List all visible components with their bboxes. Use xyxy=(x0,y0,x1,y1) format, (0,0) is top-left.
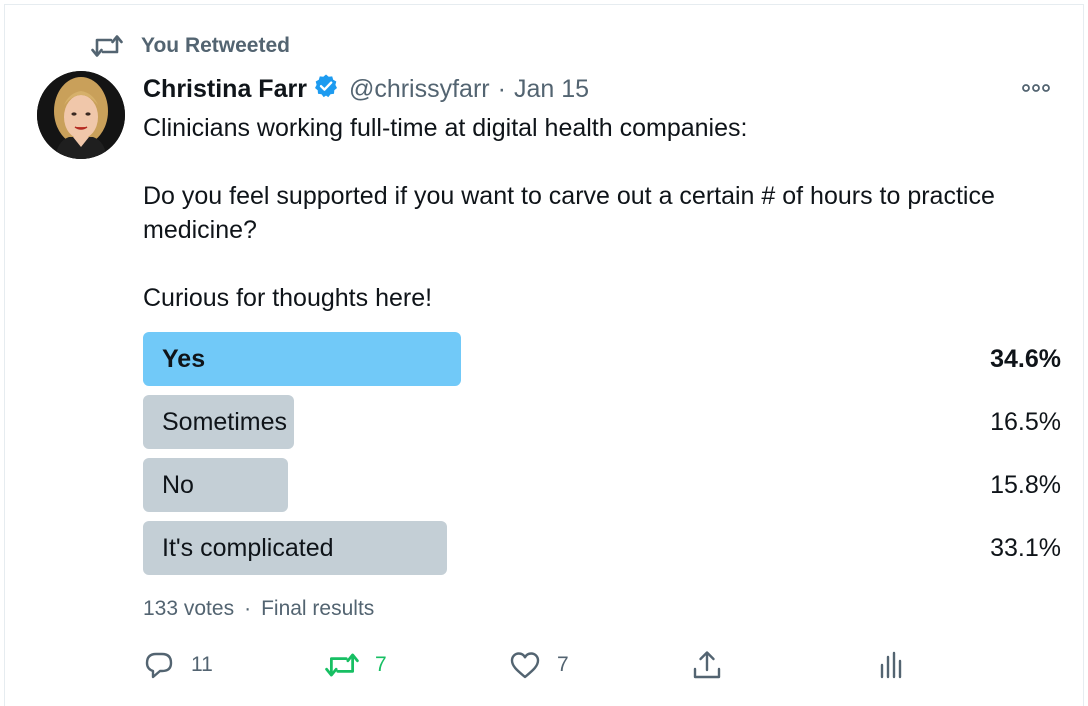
tweet-text: Clinicians working full-time at digital … xyxy=(143,111,1043,315)
tweet-text-line: Do you feel supported if you want to car… xyxy=(143,182,995,244)
poll-option-percent: 15.8% xyxy=(990,471,1061,499)
share-button[interactable] xyxy=(691,645,723,685)
retweet-button[interactable]: 7 xyxy=(325,645,387,685)
poll-option-label: Sometimes xyxy=(162,408,288,436)
tweet-text-line: Curious for thoughts here! xyxy=(143,284,433,312)
poll-option-label: Yes xyxy=(162,345,206,373)
poll: Yes 34.6% Sometimes 16.5% No 15.8% It's … xyxy=(143,332,1061,584)
poll-option: Sometimes 16.5% xyxy=(143,395,1061,449)
poll-option: It's complicated 33.1% xyxy=(143,521,1061,575)
reply-icon xyxy=(143,649,175,681)
verified-badge-icon xyxy=(313,73,339,106)
poll-option: Yes 34.6% xyxy=(143,332,1061,386)
tweet-header: Christina Farr @chrissyfarr · Jan 15 xyxy=(143,71,589,107)
poll-status: Final results xyxy=(261,597,375,620)
more-options-icon[interactable] xyxy=(1019,77,1053,99)
retweet-icon xyxy=(91,33,123,59)
heart-icon xyxy=(509,650,541,680)
poll-option-percent: 33.1% xyxy=(990,534,1061,562)
poll-option-percent: 34.6% xyxy=(990,345,1061,373)
tweet-text-blank-line xyxy=(143,145,1043,179)
poll-option-percent: 16.5% xyxy=(990,408,1061,436)
retweet-icon xyxy=(325,651,359,679)
retweet-count: 7 xyxy=(375,653,387,676)
poll-meta: 133 votes · Final results xyxy=(143,597,374,621)
reply-button[interactable]: 11 xyxy=(143,645,213,685)
tweet-actions: 11 7 7 xyxy=(143,645,923,685)
tweet-text-blank-line xyxy=(143,247,1043,281)
author-name[interactable]: Christina Farr xyxy=(143,75,307,104)
analytics-icon xyxy=(877,649,905,681)
share-icon xyxy=(691,649,723,681)
author-handle[interactable]: @chrissyfarr xyxy=(349,75,490,104)
poll-votes: 133 votes xyxy=(143,597,235,620)
poll-option: No 15.8% xyxy=(143,458,1061,512)
reply-count: 11 xyxy=(191,653,213,676)
like-count: 7 xyxy=(557,653,569,676)
poll-option-label: It's complicated xyxy=(162,534,334,562)
retweet-context: You Retweeted xyxy=(91,31,290,61)
retweet-context-label: You Retweeted xyxy=(141,34,290,57)
like-button[interactable]: 7 xyxy=(509,645,569,685)
avatar[interactable] xyxy=(37,71,125,159)
poll-meta-separator: · xyxy=(244,597,252,620)
tweet-text-line: Clinicians working full-time at digital … xyxy=(143,114,748,142)
header-separator: · xyxy=(497,74,506,103)
tweet-date[interactable]: Jan 15 xyxy=(514,75,589,104)
poll-option-label: No xyxy=(162,471,194,499)
analytics-button[interactable] xyxy=(877,645,905,685)
tweet-card[interactable]: You Retweeted Christina Farr @chrissyfar… xyxy=(4,4,1084,706)
